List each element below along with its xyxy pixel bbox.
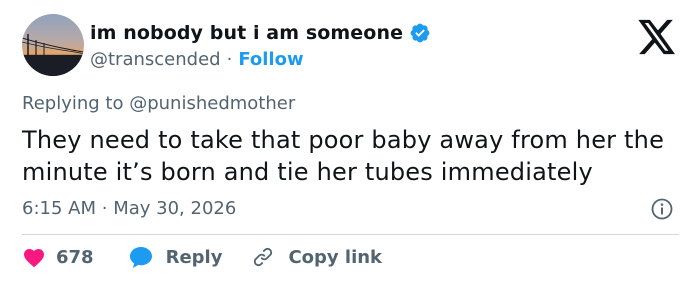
replying-to-prefix: Replying to [22, 93, 124, 114]
tweet-time: 6:15 AM [22, 198, 96, 219]
author-handle-row: @transcended · Follow [90, 49, 304, 70]
follow-button[interactable]: Follow [238, 49, 303, 70]
link-icon [254, 247, 273, 267]
replying-to-mention[interactable]: @punishedmother [129, 93, 295, 114]
handle-separator: · [226, 49, 233, 70]
replying-to: Replying to @punishedmother [22, 93, 295, 114]
reply-bubble-icon [129, 247, 152, 268]
info-icon[interactable] [650, 197, 674, 221]
divider [22, 234, 679, 235]
like-count: 678 [56, 246, 94, 268]
copy-link-label: Copy link [288, 246, 383, 268]
avatar-image [22, 34, 84, 76]
author-handle[interactable]: @transcended [90, 49, 221, 70]
tweet-timestamp[interactable]: 6:15 AM · May 30, 2026 [22, 198, 236, 219]
reply-label: Reply [165, 246, 223, 268]
author-name-row: im nobody but i am someone [90, 22, 431, 44]
reply-button[interactable]: Reply [128, 245, 223, 269]
tweet-date: May 30, 2026 [113, 198, 237, 219]
verified-badge-icon [410, 23, 430, 43]
like-button[interactable]: 678 [22, 246, 94, 268]
avatar[interactable] [22, 14, 84, 76]
tweet-actions: 678 Reply Copy link [22, 245, 382, 269]
copy-link-button[interactable]: Copy link [252, 246, 382, 268]
x-logo-icon[interactable] [637, 19, 677, 55]
author-display-name[interactable]: im nobody but i am someone [90, 22, 403, 44]
timestamp-separator: · [101, 198, 108, 219]
tweet-text: They need to take that poor baby away fr… [22, 126, 665, 186]
heart-icon [24, 249, 44, 268]
